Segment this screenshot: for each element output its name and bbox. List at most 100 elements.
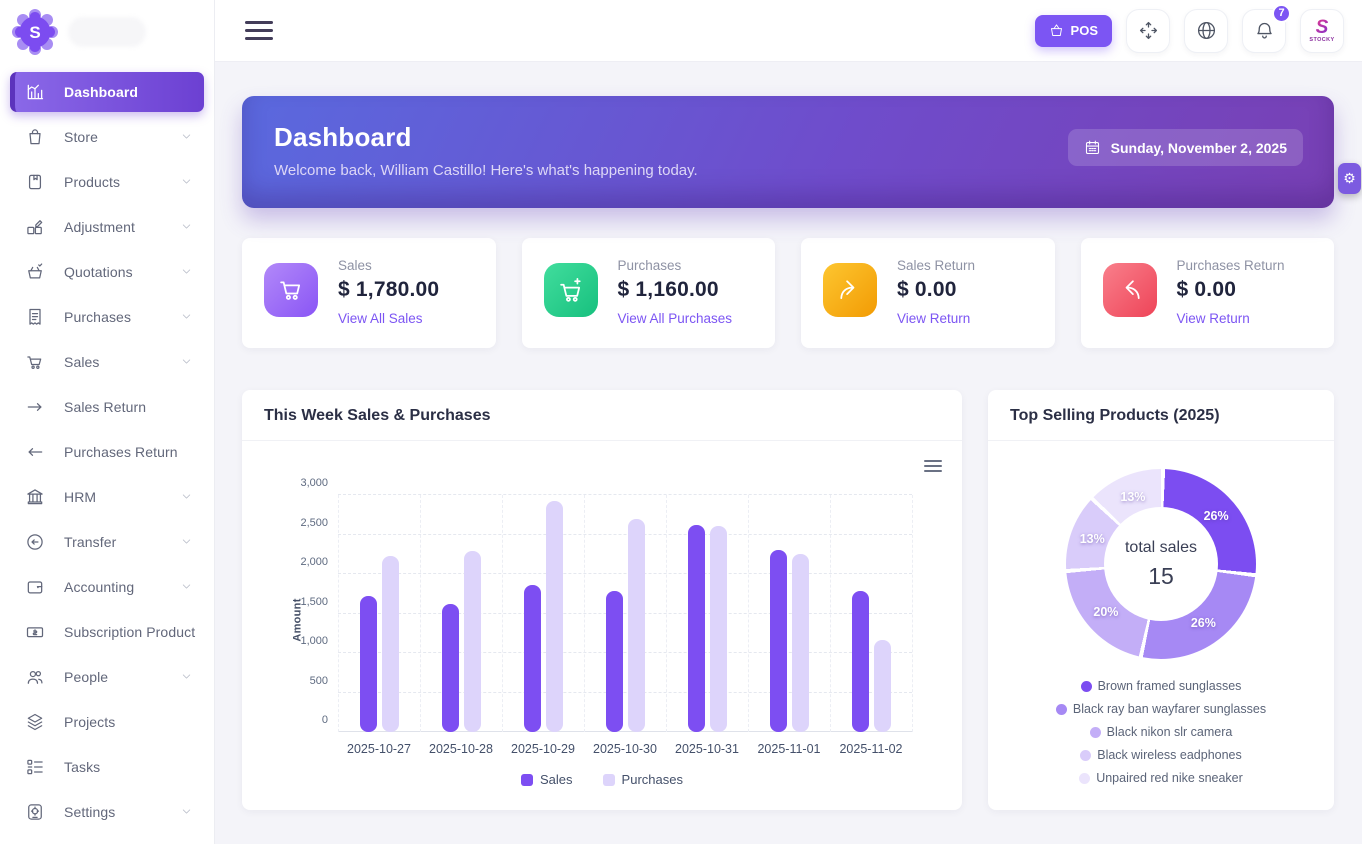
sidebar-item-sales[interactable]: Sales [10,342,204,382]
legend-dot [1090,727,1101,738]
store-icon [24,126,46,148]
stat-amount: $ 1,160.00 [618,278,733,302]
top-products-chart-card: Top Selling Products (2025) total sales … [988,390,1334,810]
notifications-button[interactable]: 7 [1242,9,1286,53]
purchases-stat-card: Purchases $ 1,160.00 View All Purchases [522,238,776,348]
sidebar-item-projects[interactable]: Projects [10,702,204,742]
legend-label: Black nikon slr camera [1107,725,1233,739]
welcome-banner: Dashboard Welcome back, William Castillo… [242,96,1334,208]
app-name-blurred [68,17,146,47]
y-tick-label: 2,500 [300,517,328,529]
bar-purchases-2025-10-29[interactable] [546,501,563,732]
view-all-purchases-link[interactable]: View All Purchases [618,311,733,326]
bar-group-2025-10-28 [420,495,502,732]
donut-legend-item[interactable]: Brown framed sunglasses [1081,679,1242,693]
dashboard-icon [24,81,46,103]
sidebar-item-settings[interactable]: Settings [10,792,204,832]
view-purchases-return-link[interactable]: View Return [1177,311,1250,326]
chevron-down-icon [180,580,194,594]
legend-item-purchases[interactable]: Purchases [603,772,683,787]
sidebar-item-label: Sales Return [64,399,194,415]
purchases-return-stat-card: Purchases Return $ 0.00 View Return [1081,238,1335,348]
chevron-down-icon [180,535,194,549]
donut-center-label: total sales [1125,539,1197,557]
donut-legend-item[interactable]: Black wireless eadphones [1080,748,1242,762]
legend-label: Purchases [622,772,683,787]
legend-item-sales[interactable]: Sales [521,772,573,787]
view-all-sales-link[interactable]: View All Sales [338,311,423,326]
bar-group-2025-11-02 [830,495,912,732]
stat-label: Sales [338,258,439,273]
chart-menu-icon[interactable] [924,457,942,475]
products-icon [24,171,46,193]
bar-sales-2025-10-30[interactable] [606,591,623,732]
sidebar-item-label: Settings [64,804,180,820]
sidebar-item-quotations[interactable]: Quotations [10,252,204,292]
donut-legend-item[interactable]: Unpaired red nike sneaker [1079,771,1243,785]
donut-center: total sales 15 [1104,507,1218,621]
chevron-down-icon [180,130,194,144]
theme-settings-button[interactable]: ⚙ [1338,163,1361,194]
pos-button[interactable]: POS [1035,15,1112,47]
legend-label: Black wireless eadphones [1097,748,1242,762]
bar-sales-2025-10-31[interactable] [688,525,705,732]
sales-return-stat-card: Sales Return $ 0.00 View Return [801,238,1055,348]
donut-center-value: 15 [1148,563,1174,590]
sidebar-item-label: Purchases [64,309,180,325]
bar-purchases-2025-11-01[interactable] [792,554,809,732]
sidebar-item-people[interactable]: People [10,657,204,697]
globe-icon [1196,20,1217,41]
fullscreen-icon [1138,20,1159,41]
view-sales-return-link[interactable]: View Return [897,311,970,326]
bar-purchases-2025-10-31[interactable] [710,526,727,732]
stat-label: Purchases Return [1177,258,1285,273]
sidebar-item-label: Sales [64,354,180,370]
projects-icon [24,711,46,733]
bar-purchases-2025-10-30[interactable] [628,519,645,732]
chevron-down-icon [180,310,194,324]
gridline [912,495,913,732]
sidebar-item-label: Store [64,129,180,145]
bar-group-2025-10-29 [502,495,584,732]
sidebar-item-sales-return[interactable]: Sales Return [10,387,204,427]
accounting-icon [24,576,46,598]
legend-dot [1080,750,1091,761]
sidebar-item-label: Purchases Return [64,444,194,460]
sidebar-item-accounting[interactable]: Accounting [10,567,204,607]
sidebar-item-transfer[interactable]: Transfer [10,522,204,562]
sidebar-item-adjustment[interactable]: Adjustment [10,207,204,247]
bar-purchases-2025-10-28[interactable] [464,551,481,732]
sidebar-item-products[interactable]: Products [10,162,204,202]
app-logo-icon: S [12,9,58,55]
date-chip: Sunday, November 2, 2025 [1068,129,1303,166]
bar-sales-2025-10-27[interactable] [360,596,377,732]
svg-text:S: S [29,23,40,42]
bar-sales-2025-11-02[interactable] [852,591,869,732]
notification-badge: 7 [1272,4,1291,23]
bar-purchases-2025-10-27[interactable] [382,556,399,732]
donut-chart[interactable]: total sales 15 26%26%20%13%13% [1066,469,1256,659]
sidebar-item-purchases[interactable]: Purchases [10,297,204,337]
quotations-icon [24,261,46,283]
stat-amount: $ 0.00 [1177,278,1285,302]
bar-sales-2025-10-28[interactable] [442,604,459,732]
donut-legend-item[interactable]: Black nikon slr camera [1090,725,1233,739]
menu-toggle-icon[interactable] [245,16,273,45]
x-tick-label: 2025-10-29 [502,742,584,756]
sidebar-item-dashboard[interactable]: Dashboard [10,72,204,112]
legend-label: Sales [540,772,573,787]
bar-sales-2025-10-29[interactable] [524,585,541,732]
sidebar-item-purchases-return[interactable]: Purchases Return [10,432,204,472]
sidebar-item-label: Transfer [64,534,180,550]
settings-icon [24,801,46,823]
bar-purchases-2025-11-02[interactable] [874,640,891,732]
donut-legend-item[interactable]: Black ray ban wayfarer sunglasses [1056,702,1266,716]
sidebar-item-tasks[interactable]: Tasks [10,747,204,787]
user-avatar[interactable]: S STOCKY [1300,9,1344,53]
language-button[interactable] [1184,9,1228,53]
sidebar-item-hrm[interactable]: HRM [10,477,204,517]
bar-sales-2025-11-01[interactable] [770,550,787,732]
sidebar-item-subscription-product[interactable]: Subscription Product [10,612,204,652]
sidebar-item-store[interactable]: Store [10,117,204,157]
fullscreen-button[interactable] [1126,9,1170,53]
